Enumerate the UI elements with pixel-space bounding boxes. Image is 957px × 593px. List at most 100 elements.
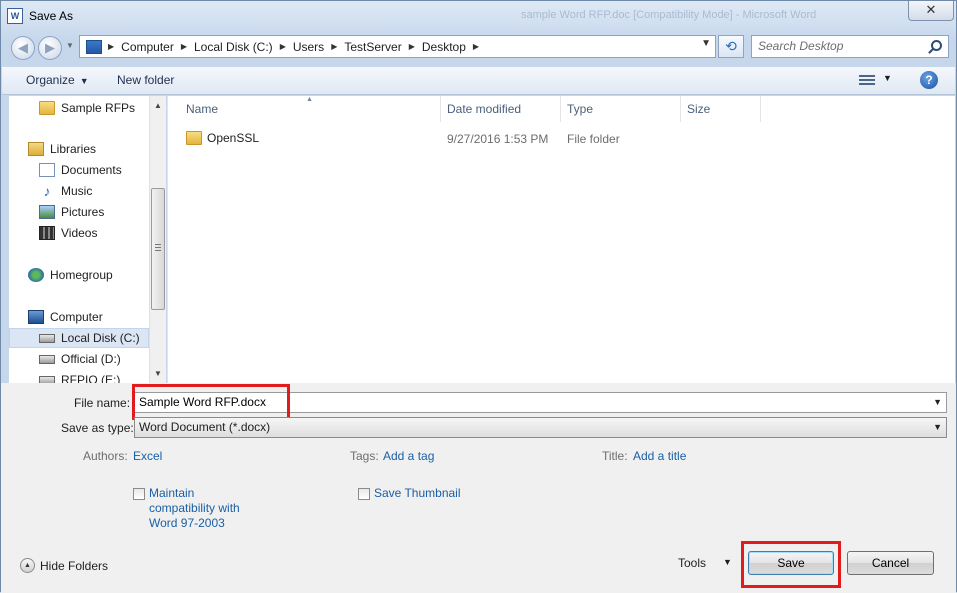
breadcrumb-testserver[interactable]: TestServer (344, 40, 401, 54)
column-divider[interactable] (760, 96, 761, 122)
nav-item-computer[interactable]: Computer (28, 310, 103, 324)
file-list: ▲ Name Date modified Type Size OpenSSL 9… (167, 96, 955, 383)
nav-item-libraries[interactable]: Libraries (28, 142, 96, 156)
save-as-type-label: Save as type: (61, 421, 134, 435)
nav-item-label: RFPIO (E:) (61, 373, 121, 383)
chevron-down-icon[interactable]: ▼ (933, 393, 942, 412)
view-options-dropdown[interactable]: ▼ (883, 73, 892, 83)
word-app-icon: W (7, 8, 23, 24)
close-button[interactable]: ✕ (908, 1, 954, 21)
libraries-icon (28, 142, 44, 156)
column-divider[interactable] (680, 96, 681, 122)
nav-item-pictures[interactable]: Pictures (39, 205, 104, 219)
tools-chevron-down-icon[interactable]: ▼ (723, 557, 732, 567)
navigation-scrollbar[interactable]: ▲ ▼ (149, 96, 166, 383)
folder-icon (39, 101, 55, 115)
nav-item-label: Sample RFPs (61, 101, 136, 115)
column-divider[interactable] (560, 96, 561, 122)
back-button[interactable]: ◀ (11, 36, 35, 60)
save-thumbnail-checkbox[interactable] (358, 488, 370, 500)
nav-item-label: Libraries (50, 142, 97, 156)
tools-button[interactable]: Tools (678, 556, 706, 570)
address-bar[interactable]: ▶ Computer ▶ Local Disk (C:) ▶ Users ▶ T… (79, 35, 716, 58)
breadcrumb-chevron-icon[interactable]: ▶ (181, 42, 187, 51)
collapse-up-icon[interactable]: ▲ (20, 558, 35, 573)
cancel-button[interactable]: Cancel (847, 551, 934, 575)
breadcrumb-chevron-icon[interactable]: ▶ (331, 42, 337, 51)
nav-item-label: Computer (50, 310, 103, 324)
breadcrumb-users[interactable]: Users (293, 40, 324, 54)
authors-label: Authors: (83, 449, 128, 463)
nav-item-label: Videos (61, 226, 98, 240)
change-view-icon[interactable] (859, 75, 875, 87)
help-icon[interactable]: ? (920, 71, 938, 89)
save-as-type-value: Word Document (*.docx) (139, 420, 271, 434)
nav-item-label: Music (61, 184, 93, 198)
nav-item-videos[interactable]: Videos (39, 226, 97, 240)
maintain-compatibility-checkbox[interactable] (133, 488, 145, 500)
add-tag-link[interactable]: Add a tag (383, 449, 434, 463)
sort-ascending-icon: ▲ (306, 96, 313, 103)
nav-item-label: Documents (61, 163, 122, 177)
nav-item-rfpio-e[interactable]: RFPIO (E:) (39, 373, 120, 383)
title-label: Title: (602, 449, 628, 463)
chevron-down-icon: ▼ (933, 422, 942, 432)
file-name: OpenSSL (207, 131, 260, 145)
drive-icon (39, 333, 55, 343)
column-header-type[interactable]: Type (567, 102, 593, 116)
organize-button[interactable]: Organize ▼ (26, 73, 89, 87)
nav-item-music[interactable]: ♪ Music (39, 183, 93, 199)
documents-icon (39, 163, 55, 177)
title-bar: W Save As sample Word RFP.doc [Compatibi… (1, 1, 956, 31)
nav-item-label: Local Disk (C:) (61, 331, 140, 345)
nav-item-sample-rfps[interactable]: Sample RFPs (39, 101, 135, 115)
column-header-name[interactable]: Name (186, 102, 218, 116)
breadcrumb-chevron-icon[interactable]: ▶ (409, 42, 415, 51)
scrollbar-thumb[interactable] (151, 188, 165, 310)
dialog-title: Save As (29, 9, 74, 23)
command-toolbar: Organize ▼ New folder ▼ ? (2, 67, 955, 95)
column-header-size[interactable]: Size (687, 102, 710, 116)
file-name-highlight (132, 384, 290, 420)
save-button-highlight (741, 541, 841, 588)
tags-label: Tags: (350, 449, 379, 463)
maintain-compatibility-label-line2[interactable]: compatibility with (149, 501, 240, 515)
hide-folders-button[interactable]: Hide Folders (40, 559, 108, 573)
forward-button[interactable]: ▶ (38, 36, 62, 60)
nav-item-local-disk-c[interactable]: Local Disk (C:) (39, 331, 140, 345)
save-thumbnail-label[interactable]: Save Thumbnail (374, 486, 461, 500)
drive-icon (39, 354, 55, 364)
breadcrumb-chevron-icon[interactable]: ▶ (108, 42, 114, 51)
file-date-modified: 9/27/2016 1:53 PM (447, 132, 549, 146)
chevron-down-icon: ▼ (79, 76, 89, 86)
address-dropdown-icon[interactable]: ▼ (701, 38, 711, 49)
maintain-compatibility-label-line3[interactable]: Word 97-2003 (149, 516, 225, 530)
save-as-type-select[interactable]: Word Document (*.docx) ▼ (134, 417, 947, 438)
maintain-compatibility-label-line1[interactable]: Maintain (149, 486, 194, 500)
nav-item-official-d[interactable]: Official (D:) (39, 352, 121, 366)
search-input[interactable]: Search Desktop (751, 35, 949, 58)
refresh-button[interactable]: ⟲ (718, 35, 744, 58)
authors-value[interactable]: Excel (133, 449, 162, 463)
column-header-date-modified[interactable]: Date modified (447, 102, 521, 116)
nav-item-documents[interactable]: Documents (39, 163, 122, 177)
scroll-down-icon[interactable]: ▼ (154, 369, 162, 378)
breadcrumb-chevron-icon[interactable]: ▶ (473, 42, 479, 51)
new-folder-button[interactable]: New folder (117, 73, 174, 87)
music-icon: ♪ (43, 183, 51, 199)
organize-label: Organize (26, 73, 75, 87)
nav-item-homegroup[interactable]: Homegroup (28, 268, 113, 282)
pictures-icon (39, 205, 55, 219)
breadcrumb-computer[interactable]: Computer (121, 40, 174, 54)
breadcrumb-chevron-icon[interactable]: ▶ (280, 42, 286, 51)
column-divider[interactable] (440, 96, 441, 122)
breadcrumb-local-disk[interactable]: Local Disk (C:) (194, 40, 273, 54)
add-title-link[interactable]: Add a title (633, 449, 686, 463)
breadcrumb-desktop[interactable]: Desktop (422, 40, 466, 54)
search-icon[interactable] (931, 40, 942, 51)
file-row-openssl[interactable]: OpenSSL (186, 131, 259, 145)
save-as-dialog: W Save As sample Word RFP.doc [Compatibi… (0, 0, 957, 593)
scroll-up-icon[interactable]: ▲ (154, 101, 162, 110)
folder-icon (186, 131, 202, 145)
recent-locations-dropdown[interactable]: ▼ (66, 41, 74, 50)
